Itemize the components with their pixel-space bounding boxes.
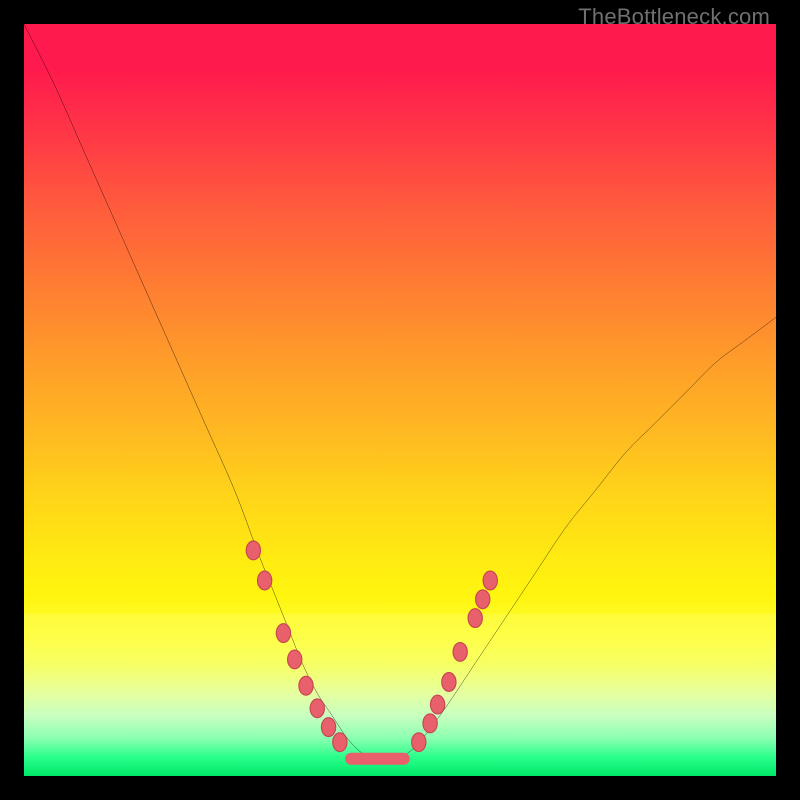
curve-dot <box>257 571 271 590</box>
curve-dot <box>333 733 347 752</box>
curve-dot <box>299 676 313 695</box>
curve-dot <box>288 650 302 669</box>
curve-dot <box>476 590 490 609</box>
plot-area <box>24 24 776 776</box>
curve-path <box>24 24 776 762</box>
curve-dot <box>412 733 426 752</box>
curve-dot <box>321 718 335 737</box>
curve-dot <box>453 643 467 662</box>
curve-dot <box>310 699 324 718</box>
curve-dot <box>276 624 290 643</box>
curve-dot <box>423 714 437 733</box>
curve-dot <box>483 571 497 590</box>
curve-dot <box>442 673 456 692</box>
chart-frame: TheBottleneck.com <box>0 0 800 800</box>
curve-dot <box>246 541 260 560</box>
bottleneck-curve <box>24 24 776 776</box>
curve-dot <box>430 695 444 714</box>
watermark-text: TheBottleneck.com <box>578 4 770 30</box>
curve-dots-left <box>246 541 347 752</box>
curve-dots-right <box>412 571 498 751</box>
curve-dot <box>468 609 482 628</box>
